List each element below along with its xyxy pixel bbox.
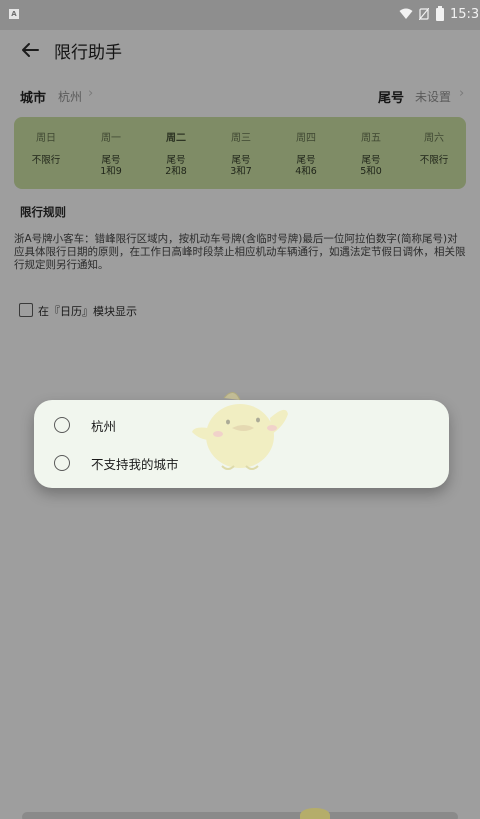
option-label: 不支持我的城市 [91,457,179,472]
weekly-restriction-card: 周日 不限行 周一 尾号 1和9 周二 尾号 2和8 周三 尾号 3和7 周四 尾号 4… [14,117,466,189]
status-bar: A 15:33 [0,0,480,30]
day-column-wednesday: 周三 尾号 3和7 [209,117,273,189]
day-column-friday: 周五 尾号 5和0 [339,117,403,189]
calendar-checkbox[interactable] [19,303,33,317]
day-name: 周三 [231,133,251,144]
day-name: 周五 [361,133,381,144]
day-plate: 尾号 4和6 [295,155,317,177]
day-column-thursday: 周四 尾号 4和6 [274,117,338,189]
bottom-sheet-handle[interactable] [22,812,458,819]
battery-icon [436,6,444,21]
day-column-monday: 周一 尾号 1和9 [79,117,143,189]
day-column-sunday: 周日 不限行 [14,117,78,189]
day-plate: 尾号 5和0 [360,155,382,177]
chevron-right-icon[interactable]: › [459,86,464,101]
no-sim-icon [419,8,429,20]
day-plate: 尾号 1和9 [100,155,122,177]
radio-button[interactable] [54,455,70,471]
day-name: 周日 [36,133,56,144]
day-name: 周四 [296,133,316,144]
calendar-toggle-label: 在『日历』模块显示 [38,305,137,318]
city-tail-row: 城市 杭州 › 尾号 未设置 › [0,82,480,110]
option-label: 杭州 [91,419,117,434]
mascot-icon [300,808,330,819]
app-notification-icon: A [9,9,19,19]
day-column-tuesday: 周二 尾号 2和8 [144,117,208,189]
wifi-icon [399,8,413,19]
day-name: 周二 [166,133,186,144]
tail-number-label: 尾号 [378,91,405,106]
city-label: 城市 [20,91,47,106]
day-plate: 尾号 2和8 [165,155,187,177]
day-name: 周一 [101,133,121,144]
day-column-saturday: 周六 不限行 [402,117,466,189]
back-arrow-icon[interactable] [18,38,42,62]
city-selector[interactable]: 杭州 [58,88,82,105]
day-name: 周六 [424,133,444,144]
page-title: 限行助手 [54,43,122,63]
city-option-hangzhou[interactable]: 杭州 [34,407,449,443]
city-option-unsupported[interactable]: 不支持我的城市 [34,445,449,481]
rules-text: 浙A号牌小客车：错峰限行区域内，按机动车号牌(含临时号牌)最后一位阿拉伯数字(简… [14,233,466,271]
toolbar: 限行助手 [0,30,480,70]
day-plate: 不限行 [31,155,61,166]
rules-title: 限行规则 [20,205,66,219]
tail-number-selector[interactable]: 未设置 [415,88,451,105]
day-plate: 不限行 [419,155,449,166]
city-select-dialog: 杭州 不支持我的城市 [34,400,449,488]
chevron-right-icon[interactable]: › [88,86,93,101]
radio-button[interactable] [54,417,70,433]
day-plate: 尾号 3和7 [230,155,252,177]
status-time: 15:33 [450,7,480,22]
